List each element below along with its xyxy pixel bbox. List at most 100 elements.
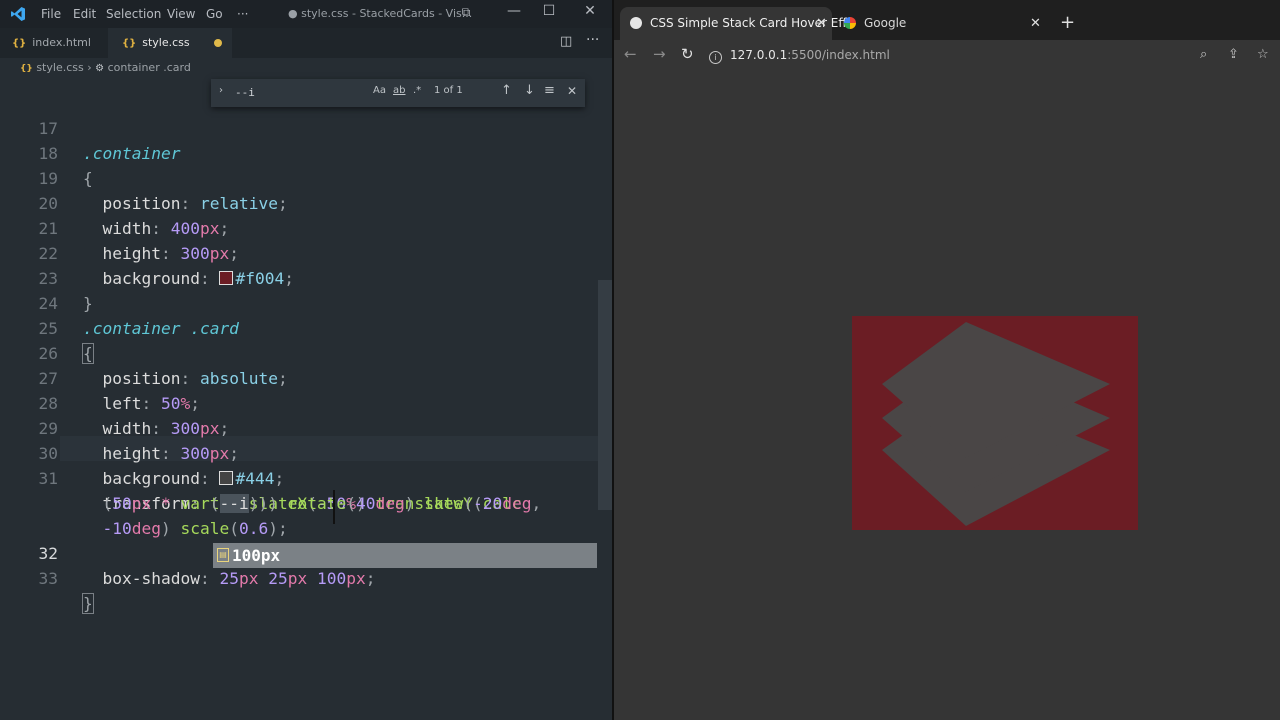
code-text: width: 300px;	[102, 419, 230, 438]
code-line: 22 background: #f004;	[0, 216, 294, 288]
code-text: .container	[83, 144, 181, 163]
minimize-button[interactable]: —	[504, 3, 524, 19]
info-icon[interactable]: i	[709, 51, 722, 64]
code-text: height: 300px;	[102, 244, 239, 263]
editor-scrollbar[interactable]	[598, 280, 612, 510]
menu-selection[interactable]: Selection	[106, 7, 161, 21]
tab-index-html[interactable]: {} index.html	[0, 28, 120, 58]
close-tab-icon[interactable]: ✕	[816, 7, 827, 40]
maximize-button[interactable]: ☐	[539, 3, 559, 19]
code-text: }	[83, 294, 93, 313]
code-line: 29 height: 300px;	[0, 391, 239, 463]
url-input[interactable]: i 127.0.0.1:5500/index.html	[709, 42, 1179, 68]
code-line: 24 .container .card	[0, 266, 239, 338]
find-widget: › --i Aa ab .* 1 of 1 ↑ ↓ ≡ ✕	[211, 79, 585, 107]
close-icon[interactable]: ✕	[567, 84, 577, 98]
code-text: position: relative;	[102, 194, 288, 213]
browser-tab-active[interactable]: CSS Simple Stack Card Hover Effe ✕	[620, 7, 854, 40]
layout-icon[interactable]: ⧉	[456, 5, 476, 20]
code-line: 23 }	[0, 241, 93, 313]
unsaved-dot-icon[interactable]	[213, 39, 222, 47]
code-line: 27 left: 50%;	[0, 341, 200, 413]
html-file-icon: {}	[12, 38, 27, 49]
code-line: 32 box-shadow: 25px 25px 100px;	[0, 516, 376, 588]
code-text: {	[82, 343, 94, 364]
tab-title: Google	[864, 16, 907, 30]
code-text: }	[82, 593, 94, 614]
browser-tab-google[interactable]: Google ✕	[834, 7, 1046, 40]
code-text: width: 400px;	[102, 219, 230, 238]
tab-label: index.html	[32, 36, 91, 49]
forward-arrow-icon[interactable]: →	[653, 45, 666, 63]
window-title: ● style.css - StackedCards - Vis...	[288, 7, 473, 20]
more-actions-icon[interactable]: ···	[586, 32, 599, 48]
breadcrumb: {} style.css › ⚙ container .card	[20, 61, 191, 74]
share-icon[interactable]: ⇪	[1228, 47, 1239, 62]
split-editor-icon[interactable]: ◫	[560, 34, 572, 49]
menu-file[interactable]: File	[41, 7, 61, 21]
zoom-icon[interactable]: ⌕	[1200, 47, 1207, 62]
menu-edit[interactable]: Edit	[73, 7, 96, 21]
tab-style-css[interactable]: {} style.css	[108, 28, 232, 58]
value-icon: ▤	[217, 548, 229, 562]
code-text: -10deg) scale(0.6);	[102, 519, 288, 538]
code-text: (50px * var(--i))) rotate(40deg) skew(-2…	[102, 494, 542, 513]
whole-word-icon[interactable]: ab	[393, 85, 405, 96]
vscode-window: File Edit Selection View Go ··· ● style.…	[0, 0, 612, 720]
menu-go[interactable]: Go	[206, 7, 223, 21]
autocomplete-suggestion[interactable]: ▤ 100px	[213, 543, 597, 568]
find-in-selection-icon[interactable]: ≡	[544, 83, 555, 98]
breadcrumb-separator: ›	[87, 61, 92, 74]
menu-more[interactable]: ···	[237, 7, 248, 21]
color-swatch[interactable]	[219, 271, 234, 285]
arrow-up-icon[interactable]: ↑	[501, 83, 512, 98]
menu-view[interactable]: View	[167, 7, 195, 21]
container-box	[852, 316, 1138, 530]
close-window-button[interactable]: ✕	[580, 3, 600, 19]
regex-icon[interactable]: .*	[413, 85, 421, 96]
code-line: 28 width: 300px;	[0, 366, 230, 438]
stacked-cards	[882, 322, 1110, 526]
suggestion-label: 100px	[232, 546, 281, 565]
code-line: 26 position: absolute;	[0, 316, 288, 388]
code-text: left: 50%;	[102, 394, 200, 413]
code-line: 20 width: 400px;	[0, 166, 230, 238]
code-text: height: 300px;	[102, 444, 239, 463]
arrow-down-icon[interactable]: ↓	[524, 83, 535, 98]
new-tab-button[interactable]: +	[1060, 12, 1075, 33]
google-icon	[844, 17, 856, 29]
symbol-icon: ⚙	[95, 63, 105, 74]
code-line: 25 {	[0, 291, 94, 364]
code-text: background: #444;	[102, 469, 285, 488]
find-input[interactable]: --i	[235, 86, 255, 99]
tab-label: style.css	[142, 36, 190, 49]
code-text: position: absolute;	[102, 369, 288, 388]
code-line: 19 position: relative;	[0, 141, 288, 213]
css-file-icon: {}	[20, 64, 33, 74]
color-swatch[interactable]	[219, 471, 234, 485]
code-editor[interactable]: 17 .container 18 { 19 position: relative…	[0, 80, 600, 720]
page-viewport	[614, 70, 1280, 720]
code-text: background: #f004;	[102, 269, 294, 288]
bookmark-star-icon[interactable]: ☆	[1257, 47, 1269, 62]
code-line: 21 height: 300px;	[0, 191, 239, 263]
breadcrumb-file[interactable]: style.css	[36, 61, 83, 74]
mouse-ibeam-cursor	[333, 490, 335, 524]
chevron-right-icon[interactable]: ›	[219, 85, 223, 96]
find-result-count: 1 of 1	[434, 85, 463, 96]
back-arrow-icon[interactable]: ←	[624, 45, 637, 63]
browser-window: CSS Simple Stack Card Hover Effe ✕ Googl…	[614, 0, 1280, 720]
breadcrumb-symbol[interactable]: container .card	[108, 61, 191, 74]
code-line: 17 .container	[0, 91, 181, 163]
close-tab-icon[interactable]: ✕	[1030, 7, 1041, 40]
code-line: 30 background: #444;	[0, 416, 285, 488]
vscode-logo-icon	[11, 7, 25, 21]
reload-icon[interactable]: ↻	[681, 45, 694, 63]
url-host: 127.0.0.1	[730, 48, 788, 62]
match-case-icon[interactable]: Aa	[373, 85, 386, 96]
editor-tabbar: {} index.html {} style.css ◫ ···	[0, 28, 612, 58]
line-number: 33	[38, 569, 59, 588]
code-line: 33 }	[0, 541, 94, 614]
code-text: .container .card	[83, 319, 239, 338]
code-text: box-shadow: 25px 25px 100px;	[102, 569, 376, 588]
